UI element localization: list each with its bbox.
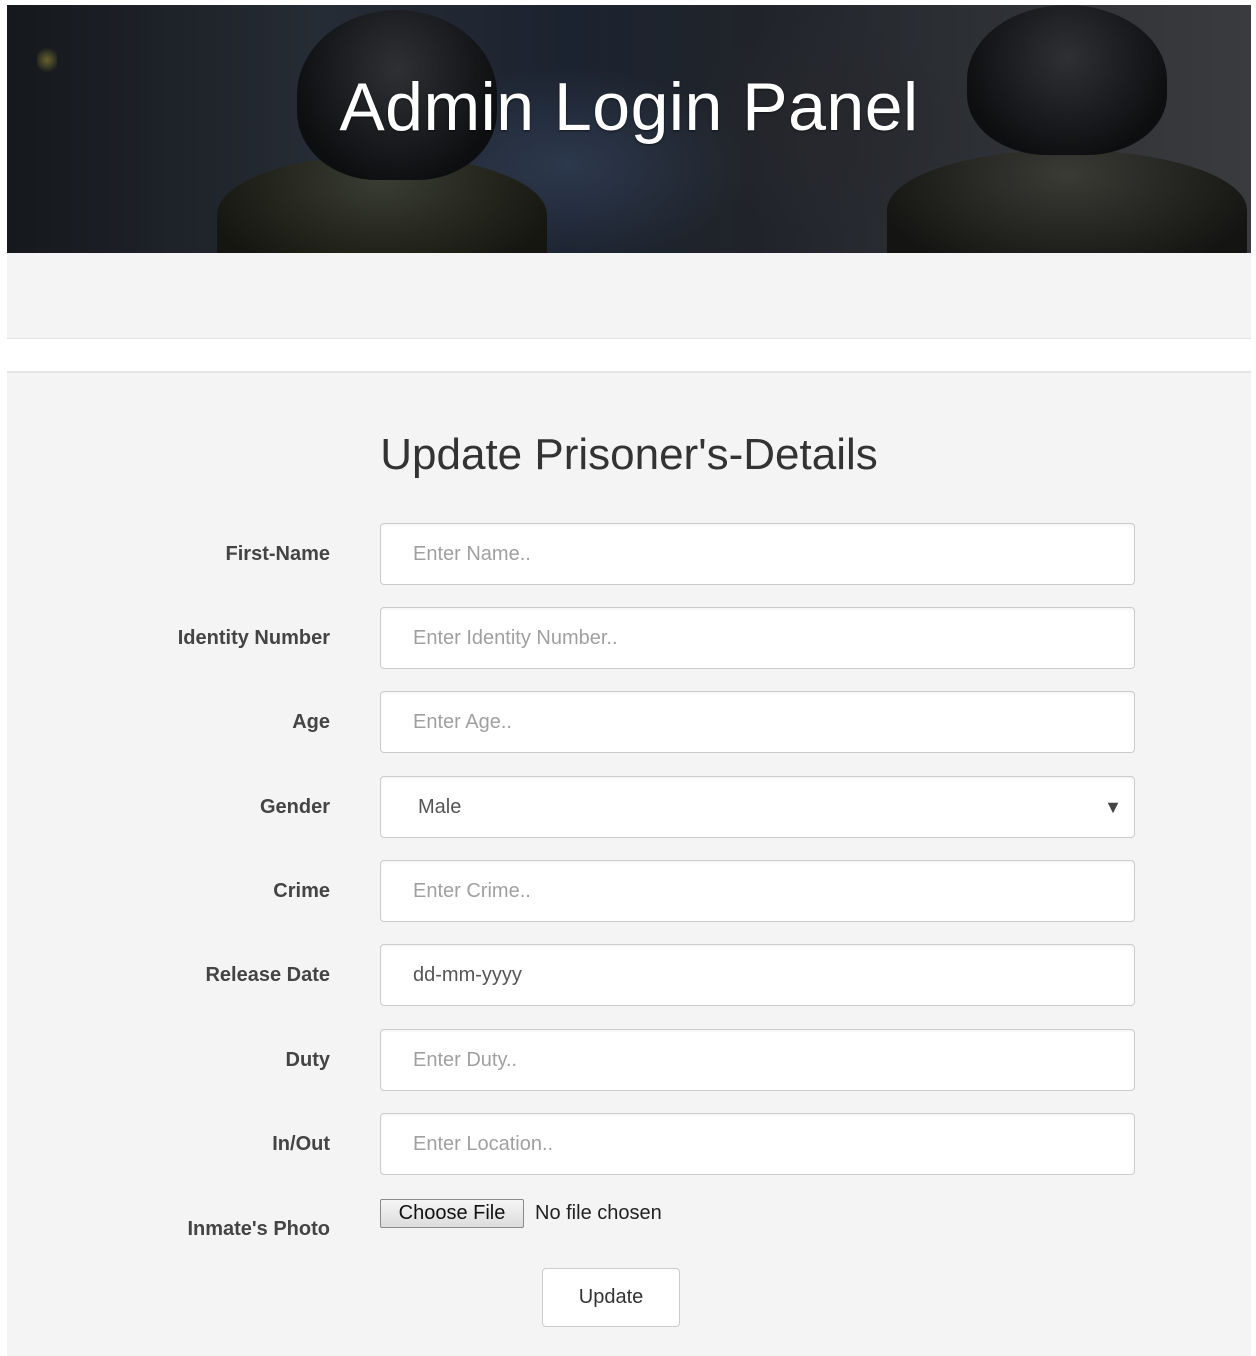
banner-figure-right <box>887 150 1247 253</box>
release-date-row: Release Date dd-mm-yyyy <box>7 944 1251 1006</box>
duty-placeholder: Enter Duty.. <box>413 1049 518 1071</box>
first-name-placeholder: Enter Name.. <box>413 543 531 565</box>
gender-value: Male <box>418 796 462 818</box>
duty-row: Duty Enter Duty.. <box>7 1029 1251 1091</box>
age-placeholder: Enter Age.. <box>413 711 512 733</box>
age-row: Age Enter Age.. <box>7 691 1251 753</box>
first-name-input[interactable]: Enter Name.. <box>380 523 1135 585</box>
release-date-input[interactable]: dd-mm-yyyy <box>380 944 1135 1006</box>
crime-input[interactable]: Enter Crime.. <box>380 860 1135 922</box>
first-name-label: First-Name <box>225 543 330 565</box>
inmate-photo-label: Inmate's Photo <box>187 1218 330 1240</box>
form-title: Update Prisoner's-Details <box>380 430 878 479</box>
in-out-label: In/Out <box>272 1133 330 1155</box>
release-date-label: Release Date <box>205 964 330 986</box>
duty-label: Duty <box>285 1049 330 1071</box>
identity-number-placeholder: Enter Identity Number.. <box>413 627 618 649</box>
file-status: No file chosen <box>535 1202 662 1224</box>
identity-number-input[interactable]: Enter Identity Number.. <box>380 607 1135 669</box>
update-button[interactable]: Update <box>542 1268 680 1327</box>
gender-select[interactable]: Male ▼ <box>380 776 1135 838</box>
header-banner: Admin Login Panel <box>7 5 1251 253</box>
crime-label: Crime <box>273 880 330 902</box>
gender-row: Gender Male ▼ <box>7 776 1251 838</box>
age-input[interactable]: Enter Age.. <box>380 691 1135 753</box>
caret-down-icon: ▼ <box>1104 797 1122 817</box>
crime-row: Crime Enter Crime.. <box>7 860 1251 922</box>
page-title: Admin Login Panel <box>339 69 919 145</box>
first-name-row: First-Name Enter Name.. <box>7 523 1251 585</box>
gender-label: Gender <box>259 796 330 818</box>
update-form-panel: Update Prisoner's-Details First-Name Ent… <box>7 371 1251 1356</box>
location-placeholder: Enter Location.. <box>413 1133 554 1155</box>
identity-number-label: Identity Number <box>177 627 330 649</box>
location-input[interactable]: Enter Location.. <box>380 1113 1135 1175</box>
inmate-photo-row: Inmate's Photo Choose File No file chose… <box>7 1199 1251 1259</box>
release-date-value: dd-mm-yyyy <box>413 964 522 986</box>
identity-number-row: Identity Number Enter Identity Number.. <box>7 607 1251 669</box>
duty-input[interactable]: Enter Duty.. <box>380 1029 1135 1091</box>
crime-placeholder: Enter Crime.. <box>413 880 531 902</box>
choose-file-button[interactable]: Choose File <box>380 1199 524 1228</box>
nav-bar <box>7 253 1251 339</box>
age-label: Age <box>292 711 330 733</box>
in-out-row: In/Out Enter Location.. <box>7 1113 1251 1175</box>
